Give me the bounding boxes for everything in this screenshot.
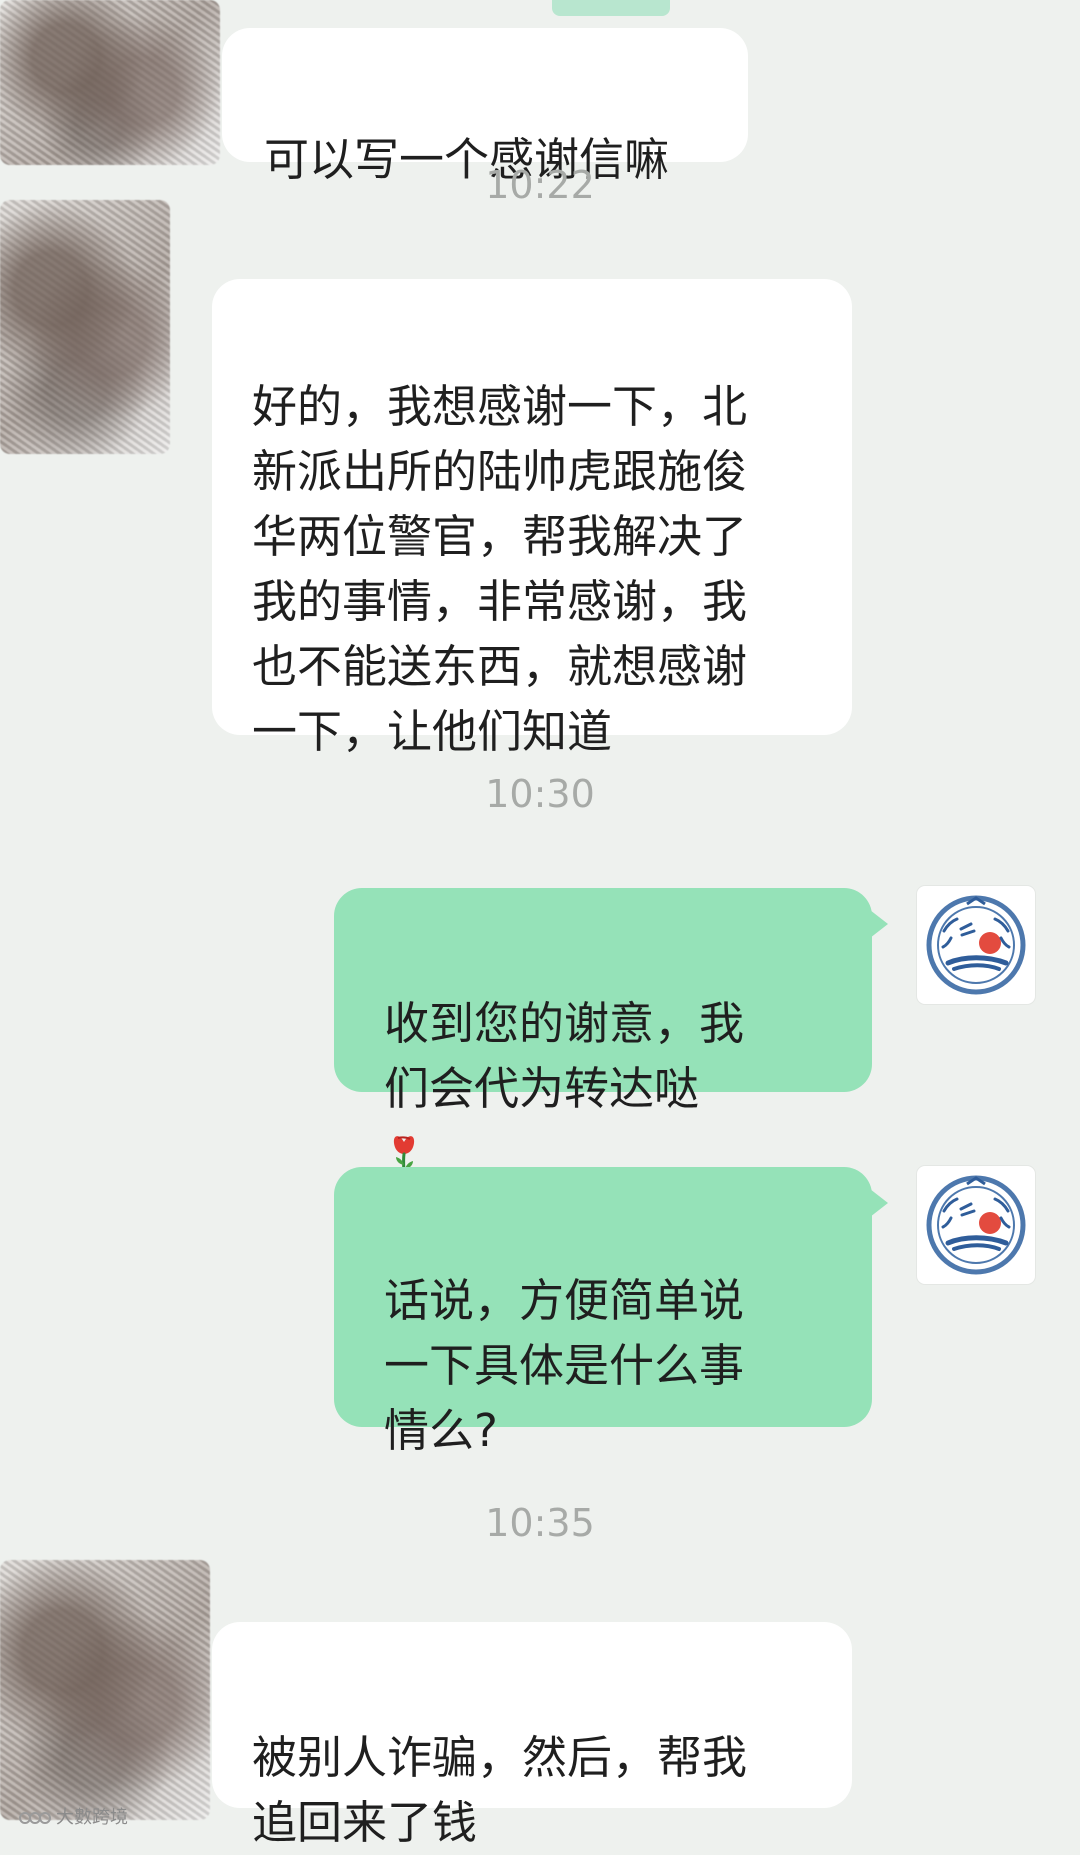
- sender-avatar: [0, 1560, 210, 1820]
- message-bubble[interactable]: 话说，方便简单说 一下具体是什么事 情么?: [334, 1167, 888, 1457]
- message-bubble[interactable]: 被别人诈骗，然后，帮我 追回来了钱: [212, 1622, 852, 1849]
- timestamp: 10:30: [485, 772, 595, 816]
- police-badge-avatar: [917, 886, 1035, 1004]
- watermark-logo: [19, 1812, 51, 1824]
- watermark-text: 大數跨境: [56, 1807, 128, 1828]
- message-text: 话说，方便简单说 一下具体是什么事 情么?: [384, 1274, 745, 1457]
- timestamp: 10:35: [485, 1501, 595, 1545]
- sender-avatar: [0, 0, 220, 165]
- message-bubble[interactable]: 收到您的谢意，我 们会代为转达哒: [334, 888, 888, 1179]
- sender-avatar: [0, 200, 170, 454]
- message-text: 收到您的谢意，我 们会代为转达哒: [384, 997, 745, 1115]
- top-decoration: [552, 0, 670, 16]
- message-bubble[interactable]: 好的，我想感谢一下，北 新派出所的陆帅虎跟施俊 华两位警官，帮我解决了 我的事情…: [212, 279, 852, 758]
- message-bubble[interactable]: 可以写一个感谢信嘛: [222, 28, 748, 186]
- message-text: 好的，我想感谢一下，北 新派出所的陆帅虎跟施俊 华两位警官，帮我解决了 我的事情…: [252, 380, 748, 758]
- message-text: 被别人诈骗，然后，帮我 追回来了钱: [252, 1731, 748, 1849]
- watermark: 大數跨境: [18, 1808, 128, 1828]
- police-badge-avatar: [917, 1166, 1035, 1284]
- chat-screen: 可以写一个感谢信嘛 10:22 好的，我想感谢一下，北 新派出所的陆帅虎跟施俊 …: [0, 0, 1080, 1849]
